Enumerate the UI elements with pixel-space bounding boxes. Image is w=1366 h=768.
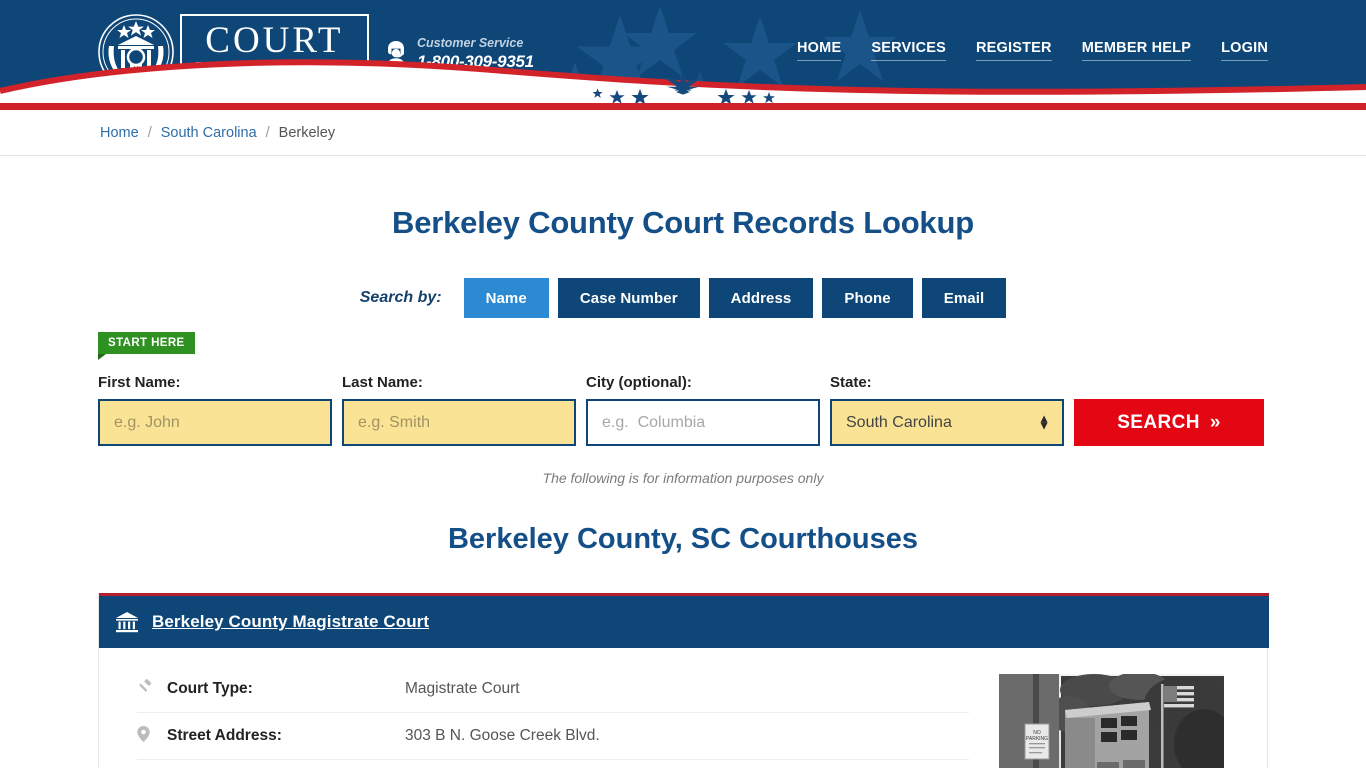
start-here-badge: START HERE	[98, 332, 195, 360]
court-card-body: Court Type: Magistrate Court Street Addr…	[99, 648, 1267, 768]
city-input[interactable]	[586, 399, 820, 446]
gavel-icon	[137, 678, 167, 700]
headset-agent-icon	[388, 41, 405, 67]
first-name-input[interactable]	[98, 399, 332, 446]
double-chevron-right-icon: »	[1209, 411, 1221, 433]
first-name-field-group: First Name:	[98, 374, 332, 446]
tab-name[interactable]: Name	[463, 278, 549, 318]
court-detail-rows: Court Type: Magistrate Court Street Addr…	[99, 666, 969, 768]
search-button-label: SEARCH	[1117, 411, 1200, 433]
tab-phone[interactable]: Phone	[822, 278, 913, 318]
site-logo[interactable]: COURT CASE FINDER	[96, 12, 369, 92]
table-row: City: Goose Creek	[137, 760, 969, 768]
nav-item-member-help[interactable]: MEMBER HELP	[1081, 40, 1192, 61]
tab-email[interactable]: Email	[921, 278, 1007, 318]
bank-courthouse-icon	[116, 612, 138, 633]
nav-item-home[interactable]: HOME	[797, 40, 842, 61]
table-row: Court Type: Magistrate Court	[137, 666, 969, 713]
court-name-link[interactable]: Berkeley County Magistrate Court	[152, 612, 429, 632]
section-title: Berkeley County, SC Courthouses	[447, 523, 918, 555]
table-row: Street Address: 303 B N. Goose Creek Blv…	[137, 713, 969, 760]
breadcrumb-item-home[interactable]: Home	[100, 125, 139, 141]
info-note: The following is for information purpose…	[542, 470, 824, 486]
courthouse-photo: NO PARKING	[999, 674, 1224, 768]
logo-main-text: COURT	[196, 22, 353, 63]
last-name-input[interactable]	[342, 399, 576, 446]
map-pin-icon	[137, 725, 167, 747]
customer-service-label: Customer Service	[417, 36, 524, 50]
search-by-label: Search by:	[359, 289, 442, 306]
state-select[interactable]: South Carolina	[830, 399, 1064, 446]
logo-sub-text: CASE FINDER	[201, 66, 353, 81]
court-photo-column: NO PARKING	[969, 666, 1224, 768]
search-by-tabs: Search by: Name Case Number Address Phon…	[0, 278, 1366, 318]
tab-address[interactable]: Address	[708, 278, 814, 318]
court-card: Berkeley County Magistrate Court Court T…	[98, 593, 1269, 768]
search-button[interactable]: SEARCH »	[1074, 399, 1264, 446]
nav-item-login[interactable]: LOGIN	[1221, 40, 1268, 61]
breadcrumb-item-state[interactable]: South Carolina	[161, 125, 257, 141]
nav-item-services[interactable]: SERVICES	[871, 40, 946, 61]
last-name-label: Last Name:	[342, 374, 423, 391]
city-label: City (optional):	[586, 374, 692, 391]
state-label: State:	[830, 374, 872, 391]
breadcrumb-separator: /	[147, 124, 152, 141]
page-title: Berkeley County Court Records Lookup	[392, 205, 974, 240]
customer-service-block: Customer Service 1-800-309-9351	[384, 36, 534, 71]
row-value: 303 B N. Goose Creek Blvd.	[405, 727, 600, 744]
row-value: Magistrate Court	[405, 680, 520, 697]
court-seal-icon	[96, 12, 176, 92]
first-name-label: First Name:	[98, 374, 181, 391]
customer-service-phone[interactable]: 1-800-309-9351	[417, 52, 534, 72]
breadcrumb-item-current: Berkeley	[278, 124, 336, 141]
state-field-group: State: South Carolina ▲ ▼	[830, 374, 1064, 446]
tab-case-number[interactable]: Case Number	[557, 278, 700, 318]
breadcrumb-separator: /	[265, 124, 270, 141]
court-card-header: Berkeley County Magistrate Court	[99, 593, 1269, 648]
city-field-group: City (optional):	[586, 374, 820, 446]
search-form: START HERE First Name: Last Name: City (…	[0, 332, 1366, 452]
svg-text:PARKING: PARKING	[1026, 736, 1048, 742]
last-name-field-group: Last Name:	[342, 374, 576, 446]
breadcrumb: Home / South Carolina / Berkeley	[0, 110, 1366, 156]
header-red-divider	[0, 103, 1366, 110]
main-navigation: HOME SERVICES REGISTER MEMBER HELP LOGIN	[797, 40, 1268, 61]
nav-item-register[interactable]: REGISTER	[976, 40, 1052, 61]
row-label: Street Address:	[167, 727, 282, 744]
site-header: COURT CASE FINDER Customer Service 1-800…	[0, 0, 1366, 103]
row-label: Court Type:	[167, 680, 253, 697]
